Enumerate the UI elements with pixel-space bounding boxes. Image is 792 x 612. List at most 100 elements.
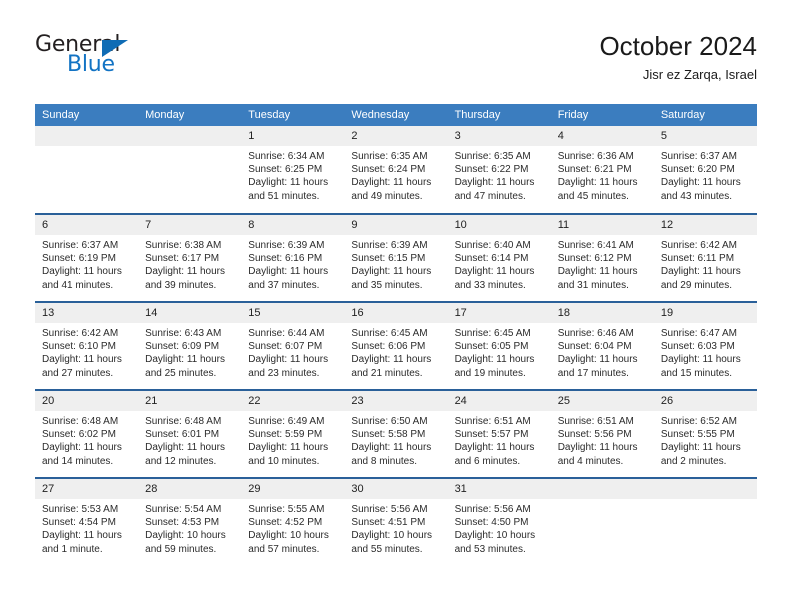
day-number xyxy=(138,126,242,146)
calendar-day-cell[interactable]: 13 Sunrise: 6:42 AM Sunset: 6:10 PM Dayligh… xyxy=(35,301,139,390)
day-number: 4 xyxy=(550,126,654,146)
calendar-day-cell[interactable]: 21 Sunrise: 6:48 AM Sunset: 6:01 PM Dayligh… xyxy=(138,389,242,478)
calendar-day-cell[interactable]: 6 Sunrise: 6:37 AM Sunset: 6:19 PM Daylight… xyxy=(35,213,139,302)
calendar-day-cell[interactable]: 27 Sunrise: 5:53 AM Sunset: 4:54 PM Dayligh… xyxy=(35,477,139,566)
sunrise-text: Sunrise: 6:35 AM xyxy=(454,151,531,162)
daylight-text: Daylight: 10 hours and 59 minutes. xyxy=(145,530,226,555)
day-details: Sunrise: 6:39 AM Sunset: 6:15 PM Daylight:… xyxy=(344,235,447,292)
day-details: Sunrise: 6:45 AM Sunset: 6:05 PM Daylight:… xyxy=(448,323,551,380)
sunrise-text: Sunrise: 6:42 AM xyxy=(42,328,119,339)
calendar-day-cell[interactable]: 30 Sunrise: 5:56 AM Sunset: 4:51 PM Dayligh… xyxy=(344,477,448,566)
day-number: 22 xyxy=(241,391,345,411)
title-block: October 2024 Jisr ez Zarqa, Israel xyxy=(599,30,757,84)
weekday-header-saturday: Saturday xyxy=(653,104,757,126)
sunrise-text: Sunrise: 6:36 AM xyxy=(557,151,634,162)
calendar-day-cell[interactable]: 12 Sunrise: 6:42 AM Sunset: 6:11 PM Dayligh… xyxy=(653,213,757,302)
daylight-text: Daylight: 11 hours and 8 minutes. xyxy=(351,442,432,467)
sunrise-text: Sunrise: 6:34 AM xyxy=(248,151,325,162)
day-details: Sunrise: 6:39 AM Sunset: 6:16 PM Daylight:… xyxy=(241,235,344,292)
calendar-day-cell[interactable]: 24 Sunrise: 6:51 AM Sunset: 5:57 PM Dayligh… xyxy=(447,389,551,478)
calendar-empty-cell xyxy=(138,126,242,214)
calendar-day-cell[interactable]: 3 Sunrise: 6:35 AM Sunset: 6:22 PM Daylight… xyxy=(447,126,551,214)
day-number: 30 xyxy=(344,479,448,499)
daylight-text: Daylight: 11 hours and 23 minutes. xyxy=(248,354,329,379)
sunset-text: Sunset: 6:12 PM xyxy=(557,253,632,265)
day-number: 21 xyxy=(138,391,242,411)
calendar-day-cell[interactable]: 5 Sunrise: 6:37 AM Sunset: 6:20 PM Daylight… xyxy=(653,126,757,214)
daylight-text: Daylight: 11 hours and 17 minutes. xyxy=(557,354,638,379)
calendar-day-cell[interactable]: 20 Sunrise: 6:48 AM Sunset: 6:02 PM Dayligh… xyxy=(35,389,139,478)
daylight-text: Daylight: 11 hours and 31 minutes. xyxy=(557,266,638,291)
day-number: 16 xyxy=(344,303,448,323)
day-details: Sunrise: 6:35 AM Sunset: 6:24 PM Daylight:… xyxy=(344,146,447,203)
calendar-day-cell[interactable]: 18 Sunrise: 6:46 AM Sunset: 6:04 PM Dayligh… xyxy=(550,301,654,390)
sunset-text: Sunset: 6:10 PM xyxy=(42,341,116,353)
sunset-text: Sunset: 6:04 PM xyxy=(557,341,632,353)
daylight-text: Daylight: 11 hours and 49 minutes. xyxy=(351,177,432,202)
day-number: 14 xyxy=(138,303,242,323)
day-details: Sunrise: 6:48 AM Sunset: 6:02 PM Daylight:… xyxy=(35,411,138,468)
calendar-day-cell[interactable]: 19 Sunrise: 6:47 AM Sunset: 6:03 PM Dayligh… xyxy=(653,301,757,390)
day-details: Sunrise: 6:51 AM Sunset: 5:56 PM Daylight:… xyxy=(551,411,654,468)
sunset-text: Sunset: 6:06 PM xyxy=(351,341,426,353)
sunrise-text: Sunrise: 6:37 AM xyxy=(42,240,119,251)
calendar-day-cell[interactable]: 11 Sunrise: 6:41 AM Sunset: 6:12 PM Dayligh… xyxy=(550,213,654,302)
sunrise-text: Sunrise: 6:44 AM xyxy=(248,328,325,339)
daylight-text: Daylight: 11 hours and 37 minutes. xyxy=(248,266,329,291)
sunset-text: Sunset: 6:11 PM xyxy=(660,253,735,265)
general-blue-logo[interactable]: General Blue xyxy=(35,32,175,80)
sunset-text: Sunset: 6:24 PM xyxy=(351,164,426,176)
day-number: 12 xyxy=(653,215,757,235)
day-number: 13 xyxy=(35,303,139,323)
day-details: Sunrise: 5:56 AM Sunset: 4:50 PM Daylight:… xyxy=(448,499,551,556)
calendar-day-cell[interactable]: 17 Sunrise: 6:45 AM Sunset: 6:05 PM Dayligh… xyxy=(447,301,551,390)
day-number: 1 xyxy=(241,126,345,146)
sunrise-text: Sunrise: 6:42 AM xyxy=(660,240,737,251)
day-details: Sunrise: 5:56 AM Sunset: 4:51 PM Daylight:… xyxy=(344,499,447,556)
sunset-text: Sunset: 6:14 PM xyxy=(454,253,529,265)
sunrise-text: Sunrise: 6:39 AM xyxy=(351,240,428,251)
day-number: 29 xyxy=(241,479,345,499)
sunset-text: Sunset: 4:53 PM xyxy=(145,517,220,529)
calendar-day-cell[interactable]: 10 Sunrise: 6:40 AM Sunset: 6:14 PM Dayligh… xyxy=(447,213,551,302)
calendar-day-cell[interactable]: 1 Sunrise: 6:34 AM Sunset: 6:25 PM Daylight… xyxy=(241,126,345,214)
daylight-text: Daylight: 11 hours and 12 minutes. xyxy=(145,442,225,467)
daylight-text: Daylight: 10 hours and 57 minutes. xyxy=(248,530,329,555)
calendar-day-cell[interactable]: 25 Sunrise: 6:51 AM Sunset: 5:56 PM Dayligh… xyxy=(550,389,654,478)
calendar-table: Sunday Monday Tuesday Wednesday Thursday Frid… xyxy=(35,104,757,566)
calendar-day-cell[interactable]: 29 Sunrise: 5:55 AM Sunset: 4:52 PM Dayligh… xyxy=(241,477,345,566)
calendar-day-cell[interactable]: 16 Sunrise: 6:45 AM Sunset: 6:06 PM Dayligh… xyxy=(344,301,448,390)
day-number: 11 xyxy=(550,215,654,235)
calendar-day-cell[interactable]: 8 Sunrise: 6:39 AM Sunset: 6:16 PM Daylight… xyxy=(241,213,345,302)
day-details: Sunrise: 6:49 AM Sunset: 5:59 PM Daylight:… xyxy=(241,411,344,468)
calendar-day-cell[interactable]: 15 Sunrise: 6:44 AM Sunset: 6:07 PM Dayligh… xyxy=(241,301,345,390)
calendar-empty-cell xyxy=(653,477,757,566)
calendar-day-cell[interactable]: 31 Sunrise: 5:56 AM Sunset: 4:50 PM Dayligh… xyxy=(447,477,551,566)
calendar-day-cell[interactable]: 14 Sunrise: 6:43 AM Sunset: 6:09 PM Dayligh… xyxy=(138,301,242,390)
calendar-day-cell[interactable]: 7 Sunrise: 6:38 AM Sunset: 6:17 PM Daylight… xyxy=(138,213,242,302)
day-number xyxy=(35,126,139,146)
sunrise-text: Sunrise: 5:53 AM xyxy=(42,504,119,515)
calendar-empty-cell xyxy=(550,477,654,566)
calendar-day-cell[interactable]: 26 Sunrise: 6:52 AM Sunset: 5:55 PM Dayligh… xyxy=(653,389,757,478)
day-details: Sunrise: 6:47 AM Sunset: 6:03 PM Daylight:… xyxy=(654,323,757,380)
calendar-day-cell[interactable]: 4 Sunrise: 6:36 AM Sunset: 6:21 PM Daylight… xyxy=(550,126,654,214)
sunset-text: Sunset: 6:15 PM xyxy=(351,253,426,265)
daylight-text: Daylight: 11 hours and 21 minutes. xyxy=(351,354,432,379)
calendar-day-cell[interactable]: 23 Sunrise: 6:50 AM Sunset: 5:58 PM Dayligh… xyxy=(344,389,448,478)
calendar-day-cell[interactable]: 2 Sunrise: 6:35 AM Sunset: 6:24 PM Daylight… xyxy=(344,126,448,214)
sunrise-text: Sunrise: 5:56 AM xyxy=(351,504,428,515)
page-subtitle: Jisr ez Zarqa, Israel xyxy=(642,67,757,82)
calendar-day-cell[interactable]: 28 Sunrise: 5:54 AM Sunset: 4:53 PM Dayligh… xyxy=(138,477,242,566)
daylight-text: Daylight: 11 hours and 45 minutes. xyxy=(557,177,638,202)
sunset-text: Sunset: 5:58 PM xyxy=(351,429,426,441)
logo-text-blue: Blue xyxy=(67,52,115,77)
sunset-text: Sunset: 6:17 PM xyxy=(145,253,220,265)
calendar-day-cell[interactable]: 9 Sunrise: 6:39 AM Sunset: 6:15 PM Daylight… xyxy=(344,213,448,302)
sunrise-text: Sunrise: 6:40 AM xyxy=(454,240,531,251)
sunset-text: Sunset: 6:01 PM xyxy=(145,429,220,441)
daylight-text: Daylight: 11 hours and 4 minutes. xyxy=(557,442,638,467)
daylight-text: Daylight: 11 hours and 19 minutes. xyxy=(454,354,535,379)
calendar-day-cell[interactable]: 22 Sunrise: 6:49 AM Sunset: 5:59 PM Dayligh… xyxy=(241,389,345,478)
day-number: 9 xyxy=(344,215,448,235)
